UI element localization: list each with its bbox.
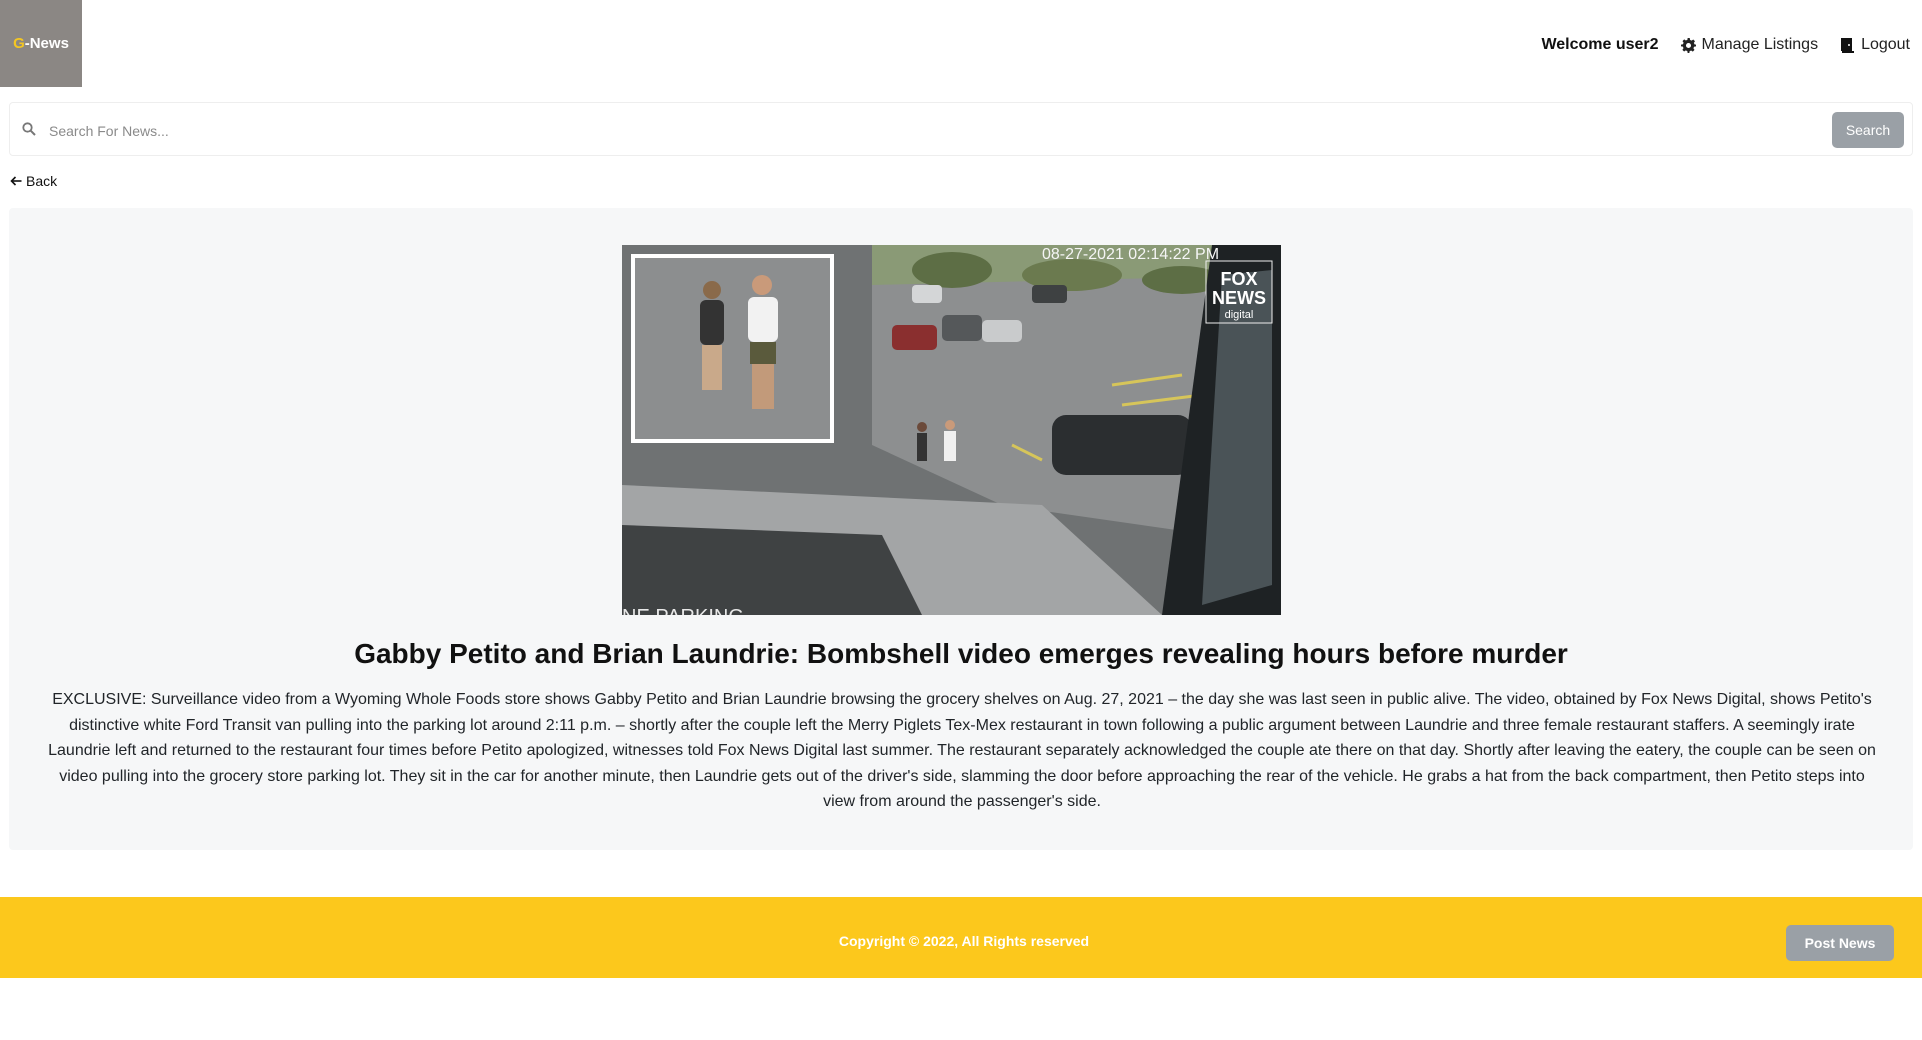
arrow-left-icon bbox=[10, 176, 22, 186]
article-image: 08-27-2021 02:14:22 PM FOX NEWS digital … bbox=[622, 245, 1281, 615]
footer: Copyright © 2022, All Rights reserved Po… bbox=[0, 897, 1922, 978]
top-nav: Welcome user2 Manage Listings Logout bbox=[1541, 30, 1910, 60]
article-body: EXCLUSIVE: Surveillance video from a Wyo… bbox=[48, 691, 1876, 811]
post-news-button[interactable]: Post News bbox=[1786, 925, 1894, 961]
article-card: 08-27-2021 02:14:22 PM FOX NEWS digital … bbox=[9, 208, 1913, 850]
logout-link[interactable]: Logout bbox=[1840, 36, 1910, 54]
manage-listings-link[interactable]: Manage Listings bbox=[1680, 36, 1819, 54]
back-label: Back bbox=[26, 173, 58, 189]
search-button[interactable]: Search bbox=[1832, 112, 1904, 148]
image-timestamp: 08-27-2021 02:14:22 PM bbox=[1042, 246, 1219, 263]
watermark-line2: NEWS bbox=[1212, 288, 1266, 308]
search-icon bbox=[22, 122, 36, 141]
logout-icon bbox=[1840, 37, 1855, 53]
article-title: Gabby Petito and Brian Laundrie: Bombshe… bbox=[354, 638, 1568, 669]
back-link[interactable]: Back bbox=[10, 173, 57, 189]
gear-icon bbox=[1680, 37, 1696, 53]
search-input[interactable] bbox=[47, 115, 1831, 147]
brand-logo[interactable]: G -News bbox=[0, 0, 82, 87]
logout-label: Logout bbox=[1861, 36, 1910, 53]
logo-prefix: G bbox=[13, 35, 25, 52]
welcome-text: Welcome user2 bbox=[1541, 36, 1659, 53]
watermark-line1: FOX bbox=[1220, 269, 1257, 289]
image-bottom-text: NE PARKING bbox=[622, 606, 744, 615]
search-bar: Search bbox=[9, 102, 1913, 156]
manage-listings-label: Manage Listings bbox=[1701, 36, 1819, 53]
logo-text: -News bbox=[24, 35, 69, 52]
copyright-text: Copyright © 2022, All Rights reserved bbox=[838, 933, 1090, 949]
watermark-line3: digital bbox=[1225, 309, 1254, 321]
